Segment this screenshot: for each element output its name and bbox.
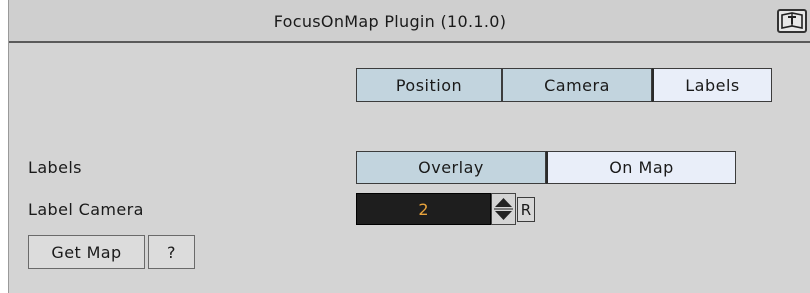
tab-position[interactable]: Position: [356, 68, 502, 102]
label-camera-reset-button[interactable]: R: [517, 197, 535, 222]
help-button[interactable]: ?: [148, 235, 195, 269]
spin-down-icon: [495, 211, 512, 220]
title-bar: FocusOnMap Plugin (10.1.0): [9, 0, 810, 43]
get-map-button[interactable]: Get Map: [28, 235, 145, 269]
tab-bar: Position Camera Labels: [356, 68, 772, 102]
on-map-option[interactable]: On Map: [546, 151, 736, 184]
plugin-panel: FocusOnMap Plugin (10.1.0) Position Came…: [8, 0, 810, 293]
window-title: FocusOnMap Plugin (10.1.0): [273, 12, 507, 31]
label-camera-label: Label Camera: [28, 200, 144, 219]
tab-camera[interactable]: Camera: [502, 68, 652, 102]
overlay-option[interactable]: Overlay: [356, 151, 546, 184]
tab-labels[interactable]: Labels: [652, 68, 772, 102]
labels-mode-selector: Overlay On Map: [356, 151, 736, 184]
help-book-icon[interactable]: [777, 9, 807, 33]
label-camera-value-field[interactable]: 2: [356, 193, 491, 225]
labels-label: Labels: [28, 158, 82, 177]
spin-up-icon: [495, 198, 512, 207]
label-camera-spinner[interactable]: [491, 193, 516, 225]
